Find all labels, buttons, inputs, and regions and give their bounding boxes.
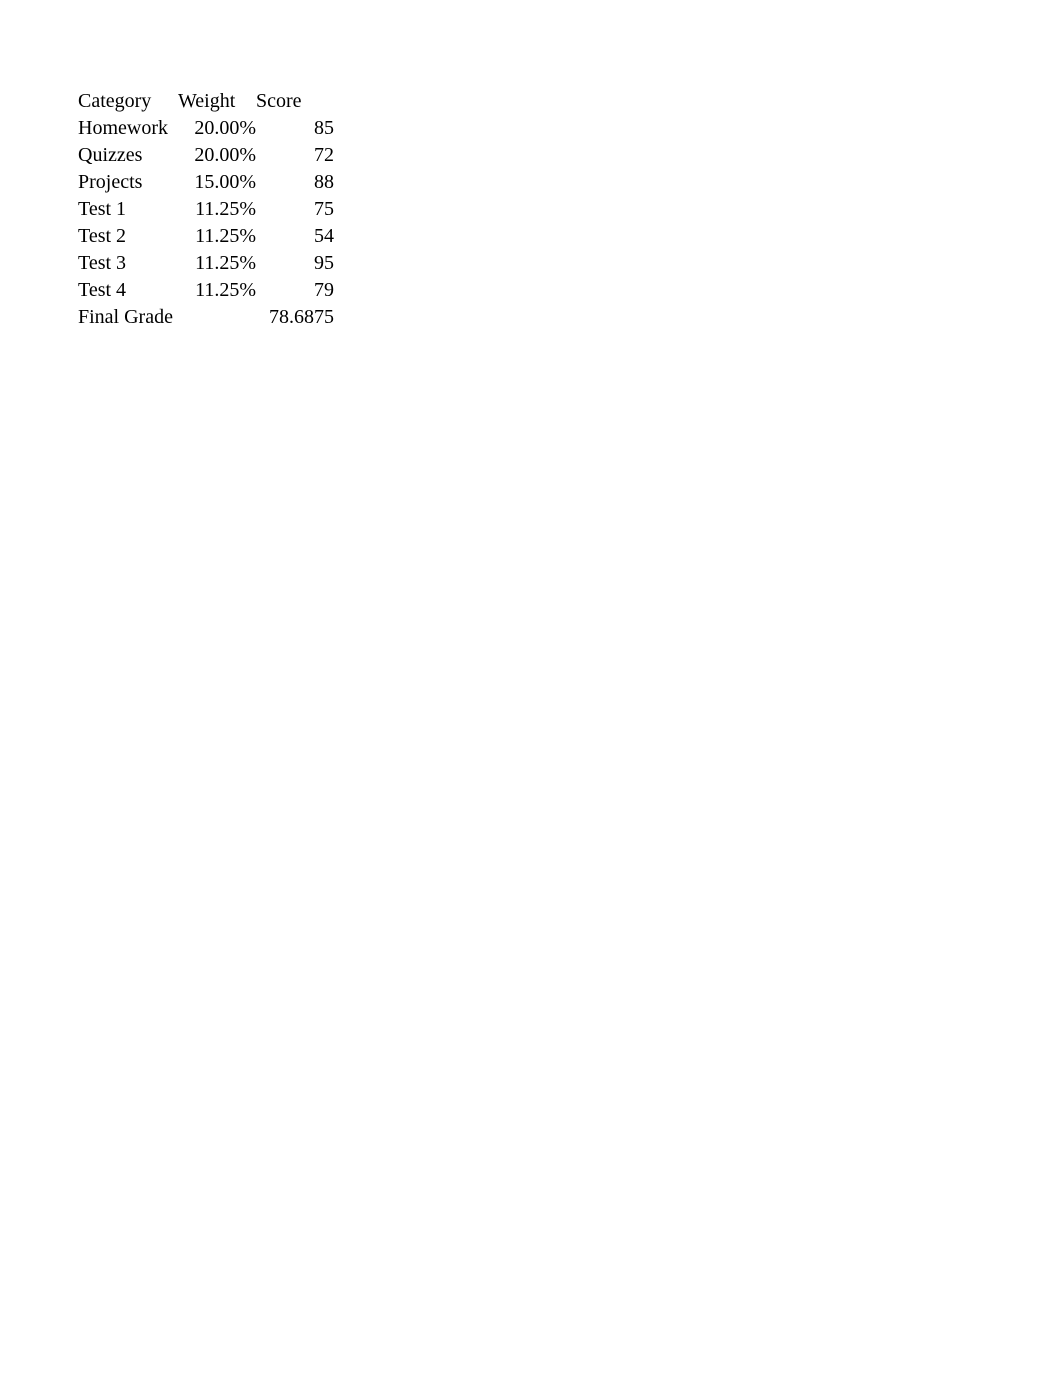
cell-category: Test 2 xyxy=(78,223,178,250)
cell-category: Test 1 xyxy=(78,196,178,223)
cell-score: 95 xyxy=(256,250,334,277)
table-row: Test 2 11.25% 54 xyxy=(78,223,334,250)
cell-weight: 11.25% xyxy=(178,196,256,223)
table-row: Quizzes 20.00% 72 xyxy=(78,142,334,169)
final-weight xyxy=(178,304,256,331)
cell-category: Quizzes xyxy=(78,142,178,169)
cell-score: 79 xyxy=(256,277,334,304)
cell-category: Homework xyxy=(78,115,178,142)
cell-weight: 20.00% xyxy=(178,142,256,169)
table-row: Projects 15.00% 88 xyxy=(78,169,334,196)
header-row: Category Weight Score xyxy=(78,88,334,115)
cell-score: 72 xyxy=(256,142,334,169)
header-weight: Weight xyxy=(178,88,256,115)
header-score: Score xyxy=(256,88,334,115)
cell-weight: 15.00% xyxy=(178,169,256,196)
header-category: Category xyxy=(78,88,178,115)
cell-weight: 20.00% xyxy=(178,115,256,142)
cell-category: Test 3 xyxy=(78,250,178,277)
final-row: Final Grade 78.6875 xyxy=(78,304,334,331)
cell-weight: 11.25% xyxy=(178,223,256,250)
cell-category: Test 4 xyxy=(78,277,178,304)
cell-weight: 11.25% xyxy=(178,250,256,277)
cell-score: 88 xyxy=(256,169,334,196)
table-row: Test 3 11.25% 95 xyxy=(78,250,334,277)
grade-table: Category Weight Score Homework 20.00% 85… xyxy=(78,88,334,331)
final-label: Final Grade xyxy=(78,304,178,331)
cell-weight: 11.25% xyxy=(178,277,256,304)
cell-score: 85 xyxy=(256,115,334,142)
table-row: Test 1 11.25% 75 xyxy=(78,196,334,223)
table-row: Test 4 11.25% 79 xyxy=(78,277,334,304)
cell-category: Projects xyxy=(78,169,178,196)
cell-score: 54 xyxy=(256,223,334,250)
final-score: 78.6875 xyxy=(256,304,334,331)
cell-score: 75 xyxy=(256,196,334,223)
table-row: Homework 20.00% 85 xyxy=(78,115,334,142)
